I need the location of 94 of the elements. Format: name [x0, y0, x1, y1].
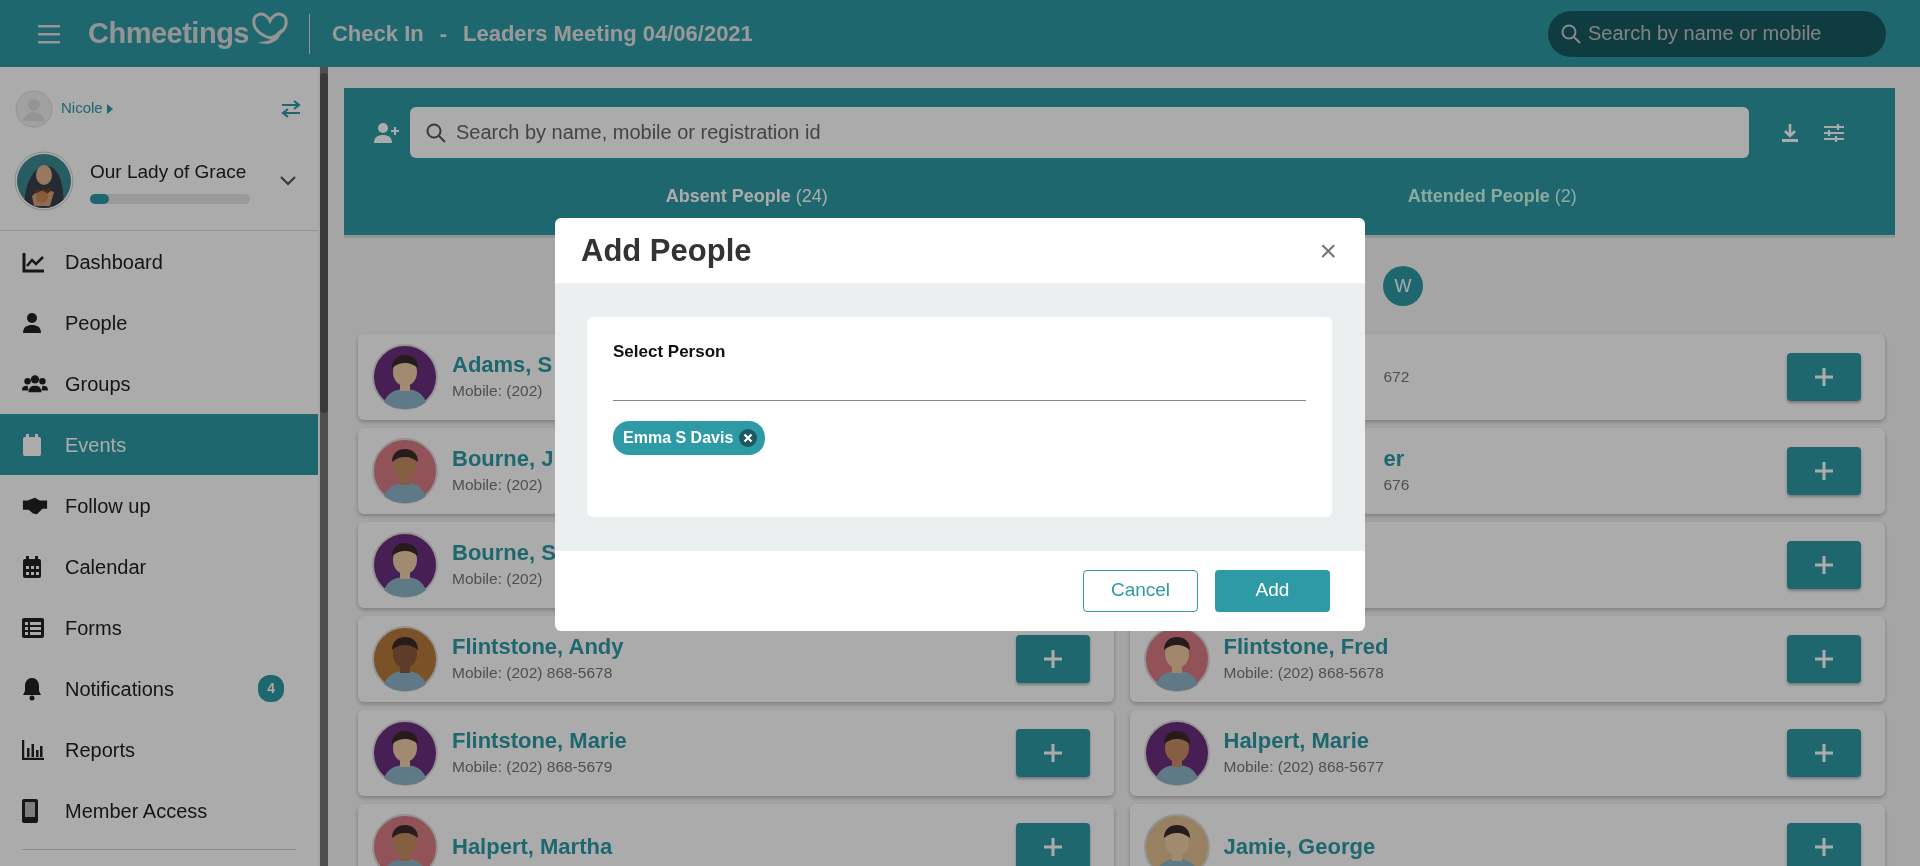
nav-item[interactable]: Calendar [0, 536, 318, 597]
download-icon[interactable] [1781, 122, 1799, 143]
add-button[interactable] [1787, 541, 1861, 589]
avatar [372, 532, 438, 598]
mobile-number: Mobile: (202) 868-5677 [1223, 756, 1384, 777]
avatar [1143, 814, 1210, 866]
add-button[interactable] [1015, 635, 1090, 683]
person-name[interactable]: er [1383, 446, 1410, 473]
count-badge: 4 [258, 675, 284, 702]
person-name[interactable]: Flintstone, Andy [452, 634, 624, 661]
plus-icon [1815, 368, 1833, 386]
mobile-number: 672 [1383, 367, 1410, 388]
add-button[interactable] [1787, 823, 1861, 866]
person-name[interactable]: Adams, S [452, 352, 553, 379]
search-icon [1561, 23, 1581, 44]
add-button[interactable]: Add [1215, 569, 1330, 612]
person-icon [22, 311, 42, 334]
letter-filter[interactable]: W [1383, 266, 1423, 306]
phone-icon [22, 798, 38, 823]
nav-item[interactable]: Dashboard [0, 231, 318, 292]
scrollbar[interactable] [320, 73, 328, 413]
user-link[interactable]: Nicole [61, 97, 113, 120]
avatar [372, 344, 438, 410]
nav-item[interactable]: Groups [0, 353, 318, 414]
add-person-icon[interactable] [374, 121, 400, 144]
nav-item[interactable]: Reports [0, 719, 318, 780]
mobile-number: Mobile: (202) [452, 474, 544, 495]
menu-icon[interactable] [38, 23, 60, 44]
mobile-number: 676 [1383, 474, 1410, 495]
nav-item[interactable]: Forms [0, 597, 318, 658]
tab[interactable]: Attended People (2) [1119, 182, 1865, 211]
person-name[interactable]: Jamie, George [1223, 833, 1376, 861]
mobile-number: Mobile: (202) 868-5678 [1223, 662, 1385, 683]
logo-text: Chmeetings [88, 15, 249, 51]
nav-item[interactable]: Events [0, 414, 318, 475]
search-field[interactable]: Search by name or mobile [1548, 10, 1886, 57]
calendar-icon [22, 432, 42, 457]
chart-icon [22, 250, 46, 273]
caret-icon[interactable] [106, 104, 113, 115]
person-chip[interactable]: Emma S Davis [613, 420, 766, 455]
person-name[interactable]: Flintstone, Fred [1223, 634, 1389, 661]
plus-icon [1815, 462, 1833, 480]
person-name[interactable]: Halpert, Martha [452, 833, 613, 861]
nav-item[interactable]: People [0, 292, 318, 353]
field-label: Select Person [613, 341, 727, 363]
plus-icon [1043, 650, 1062, 668]
chevron-down-icon[interactable] [280, 176, 296, 186]
bell-icon [22, 676, 42, 701]
person-name[interactable]: Halpert, Marie [1223, 728, 1384, 755]
add-button[interactable] [1787, 635, 1861, 683]
dialog-title: Add People [581, 231, 752, 270]
avatar [372, 814, 438, 866]
mobile-number: Mobile: (202) [452, 380, 544, 401]
add-button[interactable] [1015, 823, 1090, 866]
event-title: Leaders Meeting 04/06/2021 [463, 20, 753, 48]
bar-chart-icon [22, 739, 44, 760]
person-name[interactable]: Bourne, S [452, 540, 556, 567]
add-button[interactable] [1787, 447, 1861, 495]
handshake-icon [22, 495, 48, 516]
plus-icon [1043, 744, 1062, 762]
title-separator: - [439, 20, 447, 48]
avatar [372, 626, 438, 692]
group-icon [22, 372, 48, 395]
mobile-number: Mobile: (202) [452, 568, 544, 589]
tab[interactable]: Absent People (24) [374, 182, 1120, 211]
plus-icon [1815, 744, 1833, 762]
add-button[interactable] [1015, 729, 1090, 777]
plus-icon [1043, 838, 1062, 856]
swap-icon[interactable] [280, 99, 302, 118]
page-title: Check In [332, 20, 424, 48]
close-button[interactable]: × [1317, 235, 1339, 266]
plus-icon [1815, 838, 1833, 856]
mobile-number: Mobile: (202) 868-5678 [452, 662, 614, 683]
remove-icon[interactable] [739, 428, 758, 447]
search-field[interactable]: Search by name, mobile or registration id [410, 107, 1749, 158]
nav-item[interactable]: Follow up [0, 475, 318, 536]
cancel-button[interactable]: Cancel [1083, 569, 1198, 612]
search-icon [426, 122, 446, 143]
plus-icon [1815, 650, 1833, 668]
nav-item[interactable]: Member Access [0, 780, 318, 841]
calendar-icon [22, 554, 42, 579]
add-button[interactable] [1787, 353, 1861, 401]
avatar [1143, 720, 1210, 786]
add-button[interactable] [1787, 729, 1861, 777]
mobile-number: Mobile: (202) 868-5679 [452, 756, 614, 777]
person-name[interactable]: Flintstone, Marie [452, 728, 627, 755]
nav-item[interactable]: Notifications 4 [0, 658, 318, 719]
filter-icon[interactable] [1823, 122, 1845, 143]
organization-name: Our Lady of Grace [90, 159, 248, 184]
person-name[interactable]: Bourne, J [452, 446, 554, 473]
plus-icon [1815, 556, 1833, 574]
avatar [372, 720, 438, 786]
avatar [372, 438, 438, 504]
list-icon [22, 617, 44, 638]
